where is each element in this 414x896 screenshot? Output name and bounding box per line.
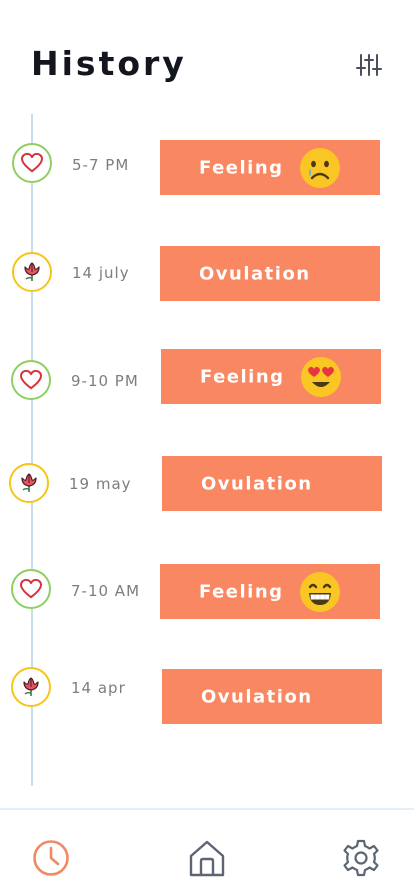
history-entry: 9-10 PM Feeling (0, 347, 414, 407)
card-label: Feeling (199, 157, 284, 178)
heart-icon (11, 360, 51, 400)
heart-eyes-emoji (301, 356, 341, 397)
history-entry: 14 july Ovulation (0, 243, 414, 303)
home-icon (189, 840, 225, 877)
history-entry: 5-7 PM Feeling (0, 138, 414, 198)
flower-icon (9, 463, 49, 503)
sad-tear-emoji (300, 147, 340, 188)
entry-time: 5-7 PM (72, 156, 130, 174)
card-label: Feeling (200, 366, 285, 387)
entry-time: 9-10 PM (71, 372, 139, 390)
heart-icon (12, 143, 52, 183)
filter-button[interactable] (354, 50, 384, 80)
flower-icon (12, 252, 52, 292)
entry-time: 14 apr (71, 679, 126, 697)
bottom-nav-divider (0, 808, 414, 810)
clock-icon (33, 840, 69, 876)
feeling-card[interactable]: Feeling (160, 140, 380, 195)
card-label: Ovulation (199, 263, 311, 284)
entry-time: 7-10 AM (71, 582, 141, 600)
nav-home-button[interactable] (187, 838, 227, 878)
feeling-card[interactable]: Feeling (161, 349, 381, 404)
sliders-icon (356, 54, 382, 76)
nav-history-button[interactable] (31, 838, 71, 878)
flower-icon (11, 667, 51, 707)
entry-time: 14 july (72, 264, 130, 282)
card-label: Ovulation (201, 473, 313, 494)
ovulation-card[interactable]: Ovulation (162, 669, 382, 724)
ovulation-card[interactable]: Ovulation (160, 246, 380, 301)
history-entry: 19 may Ovulation (0, 454, 414, 514)
card-label: Ovulation (201, 686, 313, 707)
history-entry: 7-10 AM Feeling (0, 562, 414, 622)
page-title: History (31, 44, 187, 83)
ovulation-card[interactable]: Ovulation (162, 456, 382, 511)
heart-icon (11, 569, 51, 609)
card-label: Feeling (199, 581, 284, 602)
history-entry: 14 apr Ovulation (0, 667, 414, 727)
gear-icon (343, 839, 379, 877)
entry-time: 19 may (69, 475, 132, 493)
nav-settings-button[interactable] (341, 838, 381, 878)
grin-emoji (300, 571, 340, 612)
feeling-card[interactable]: Feeling (160, 564, 380, 619)
